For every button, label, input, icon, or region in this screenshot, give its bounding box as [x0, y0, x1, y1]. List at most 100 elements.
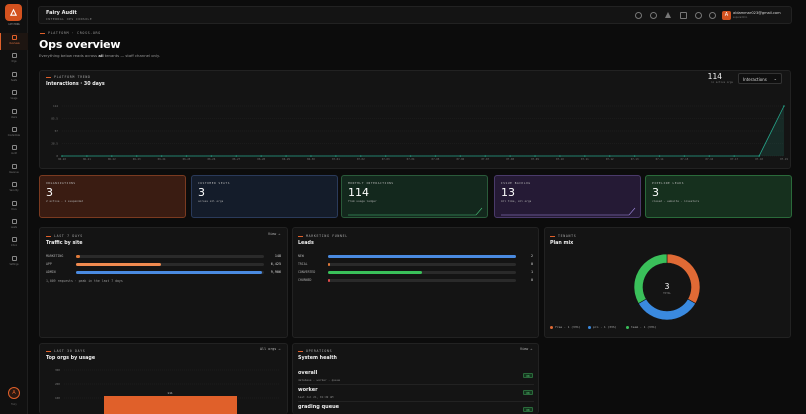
donut-slice-team[interactable] — [633, 253, 668, 304]
stat-label: CUSTOMER SEATS — [198, 181, 230, 185]
health-view-link[interactable]: View → — [520, 347, 532, 351]
sidebar-item-usage[interactable]: Usage — [0, 88, 28, 105]
orgs-chart: 300 200 100 111 — [55, 368, 280, 414]
row-track — [328, 271, 516, 274]
sidebar-item-settings[interactable]: Settings — [0, 254, 28, 271]
sidebar-avatar[interactable]: A — [8, 387, 20, 399]
sidebar-item-users[interactable]: Users — [0, 107, 28, 124]
row-track — [76, 271, 264, 274]
row-value: 6,425 — [270, 262, 281, 266]
funnel-card — [292, 227, 539, 338]
trend-point — [310, 155, 312, 157]
users-icon — [11, 108, 17, 114]
stat-card-4[interactable]: PIPELINE LEADS 3 closed · website · invest… — [645, 175, 792, 218]
trend-point — [534, 155, 536, 157]
legend-item: pro · 1 (33%) — [588, 325, 616, 329]
brand-logo[interactable] — [5, 4, 22, 21]
sidebar-item-seats[interactable]: Seats — [0, 70, 28, 87]
health-row-detail: last Jul 21, 01:49 AM — [298, 395, 334, 399]
x-tick-label: 07-18 — [755, 157, 763, 161]
donut-slice-pro[interactable] — [638, 298, 696, 321]
mail-icon[interactable] — [680, 12, 687, 19]
sidebar-item-inbox[interactable]: Inbox — [0, 235, 28, 252]
user-email[interactable]: aldammar023@gmail.com — [733, 11, 781, 15]
sidebar-item-audit[interactable]: Audit — [0, 143, 28, 160]
trend-title: Interactions · 30 days — [46, 82, 105, 87]
brand-subtitle: CATCHING — [8, 23, 20, 26]
sidebar-item-revenue[interactable]: Revenue — [0, 162, 28, 179]
metric-select[interactable]: Interactions ⌄ — [738, 73, 782, 84]
x-tick-label: 07-15 — [681, 157, 689, 161]
legend-text: free · 1 (33%) — [555, 325, 581, 329]
x-tick-label: 06-21 — [83, 157, 91, 161]
row-fill — [76, 271, 263, 274]
row-track — [328, 279, 516, 282]
bell-icon[interactable] — [650, 12, 657, 19]
trend-point — [185, 155, 188, 157]
sidebar-item-docs[interactable]: Docs — [0, 199, 28, 216]
sidebar-item-leads[interactable]: Leads — [0, 217, 28, 234]
sidebar-item-security[interactable]: Security — [0, 180, 28, 197]
trend-point — [633, 155, 636, 157]
sidebar-item-orgs[interactable]: Orgs — [0, 51, 28, 68]
row-fill — [328, 271, 422, 274]
trend-point — [584, 155, 586, 157]
row-fill — [76, 255, 80, 258]
breadcrumb: PLATFORM · CROSS-ORG — [40, 31, 101, 35]
stat-desc: closed · website · investors — [652, 199, 700, 203]
globe-icon[interactable] — [709, 12, 716, 19]
row-value: 0 — [530, 262, 533, 266]
health-row-detail: database · worker · queue — [298, 378, 341, 382]
y-tick-label: 28.5 — [51, 142, 58, 146]
stat-value: 13 — [501, 186, 515, 199]
row-track — [76, 255, 264, 258]
trend-total: 114 — [707, 72, 722, 81]
metric-select-value: Interactions — [743, 77, 767, 82]
revenue-icon — [11, 163, 17, 169]
sidebar-footer: Fairy — [11, 403, 17, 406]
y-tick-label: 100 — [55, 396, 60, 400]
trend-point — [384, 155, 387, 157]
legend-dot — [626, 325, 629, 329]
x-tick-label: 06-24 — [158, 157, 166, 161]
stat-card-2[interactable]: MONTHLY INTERACTIONS 114 from usage ledger — [341, 175, 488, 218]
health-title: System health — [298, 356, 337, 361]
refresh-icon[interactable] — [635, 12, 642, 19]
sidebar-item-overview[interactable]: Overview — [0, 33, 28, 50]
x-tick-label: 07-10 — [556, 157, 564, 161]
row-track — [328, 263, 516, 266]
orgs-label: LAST 30 DAYS — [46, 349, 85, 353]
user-avatar[interactable]: A — [722, 11, 731, 20]
bar-value-label: 111 — [167, 391, 173, 395]
alert-icon[interactable] — [665, 12, 671, 18]
docs-icon — [11, 200, 17, 206]
stat-card-1[interactable]: CUSTOMER SEATS 3 across all orgs — [191, 175, 338, 218]
seats-icon — [11, 71, 17, 77]
audit-icon — [11, 145, 17, 151]
plan-label: TENANTS — [550, 234, 576, 238]
status-badge: OK — [523, 407, 533, 412]
traffic-view-link[interactable]: View → — [268, 232, 280, 236]
funnel-label-text: MARKETING FUNNEL — [306, 234, 348, 238]
all-orgs-link[interactable]: All orgs → — [260, 347, 280, 351]
stat-sparkline — [501, 207, 636, 216]
breadcrumb-text: PLATFORM · CROSS-ORG — [48, 31, 101, 35]
health-row-name: overall — [298, 370, 318, 376]
stat-card-3[interactable]: ISSUE BACKLOG 13 All time, all orgs — [494, 175, 641, 218]
donut-slice-free[interactable] — [666, 253, 701, 304]
funnel-title: Leads — [298, 241, 314, 246]
stat-card-0[interactable]: ORGANIZATIONS 3 2 active · 1 suspended — [39, 175, 186, 218]
usage-icon — [11, 90, 17, 96]
gear-icon[interactable] — [695, 12, 702, 19]
inbox-icon — [11, 237, 17, 243]
org-usage-bar[interactable] — [104, 396, 237, 414]
trend-point — [210, 155, 213, 157]
row-label: APP — [46, 262, 52, 266]
trend-point — [509, 155, 511, 157]
row-fill — [328, 279, 330, 282]
y-tick-label: 300 — [55, 368, 60, 372]
topbar: Fairy Audit INTERNAL OPS CONSOLE A aldam… — [38, 6, 792, 24]
sidebar-item-credentials[interactable]: Credentials — [0, 125, 28, 142]
x-tick-label: 06-30 — [307, 157, 315, 161]
x-tick-label: 06-22 — [108, 157, 116, 161]
